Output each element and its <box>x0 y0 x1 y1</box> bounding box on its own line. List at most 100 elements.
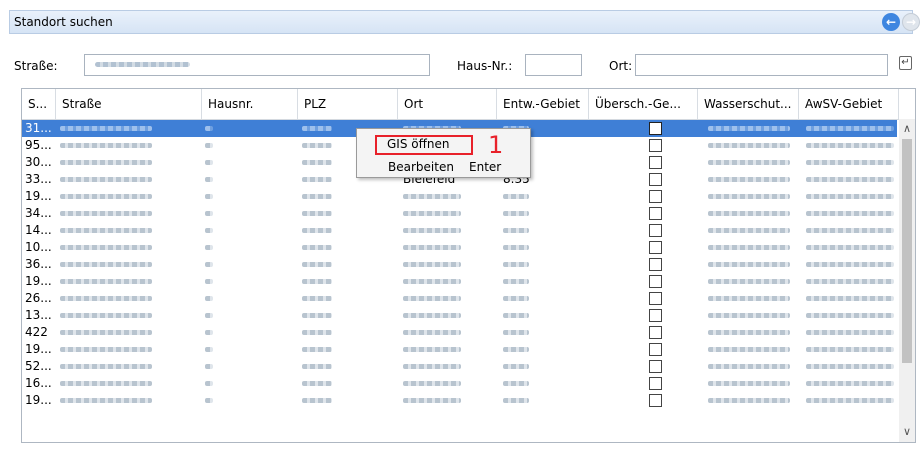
redacted-cell <box>503 279 529 284</box>
uebersch-gebiet-checkbox[interactable] <box>649 156 662 169</box>
redacted-cell <box>708 262 790 267</box>
redacted-cell <box>60 245 152 250</box>
uebersch-gebiet-checkbox[interactable] <box>649 275 662 288</box>
table-row[interactable]: 36... <box>22 256 897 273</box>
house-number-input[interactable] <box>525 54 582 76</box>
redacted-cell <box>205 364 213 369</box>
cell-s: 422 <box>25 325 48 339</box>
col-header-s[interactable]: S... <box>22 89 56 119</box>
redacted-cell <box>708 143 790 148</box>
vertical-scrollbar[interactable]: ∧ ∨ <box>899 119 915 442</box>
table-row[interactable]: 19... <box>22 392 897 409</box>
enter-key-icon[interactable]: ↵ <box>899 56 912 70</box>
redacted-cell <box>60 177 152 182</box>
col-header-strasse[interactable]: Straße <box>56 89 202 119</box>
redacted-cell <box>403 330 461 335</box>
uebersch-gebiet-checkbox[interactable] <box>649 139 662 152</box>
cell-s: 19... <box>25 274 52 288</box>
uebersch-gebiet-checkbox[interactable] <box>649 241 662 254</box>
redacted-cell <box>503 228 529 233</box>
table-row[interactable]: 19... <box>22 188 897 205</box>
table-row[interactable]: 13... <box>22 307 897 324</box>
col-header-wasserschutz[interactable]: Wasserschut... <box>698 89 799 119</box>
uebersch-gebiet-checkbox[interactable] <box>649 326 662 339</box>
table-row[interactable]: 14... <box>22 222 897 239</box>
cell-s: 26... <box>25 291 52 305</box>
uebersch-gebiet-checkbox[interactable] <box>649 360 662 373</box>
table-row[interactable]: 16... <box>22 375 897 392</box>
redacted-cell <box>503 381 529 386</box>
redacted-cell <box>60 347 152 352</box>
redacted-cell <box>60 262 152 267</box>
cell-s: 30... <box>25 155 52 169</box>
window-title: Standort suchen <box>14 15 113 29</box>
col-header-entw-gebiet[interactable]: Entw.-Gebiet <box>497 89 589 119</box>
uebersch-gebiet-checkbox[interactable] <box>649 377 662 390</box>
back-arrow-icon[interactable]: ← <box>882 13 900 31</box>
redacted-cell <box>60 330 152 335</box>
redacted-cell <box>708 279 790 284</box>
redacted-cell <box>302 381 332 386</box>
redacted-cell <box>403 279 461 284</box>
menu-item-bearbeiten[interactable]: Bearbeiten <box>388 160 454 174</box>
uebersch-gebiet-checkbox[interactable] <box>649 207 662 220</box>
col-header-plz[interactable]: PLZ <box>298 89 398 119</box>
scrollbar-thumb[interactable] <box>902 139 912 363</box>
uebersch-gebiet-checkbox[interactable] <box>649 122 662 135</box>
col-header-hausnr[interactable]: Hausnr. <box>202 89 298 119</box>
redacted-cell <box>708 194 790 199</box>
redacted-cell <box>302 279 332 284</box>
uebersch-gebiet-checkbox[interactable] <box>649 394 662 407</box>
redacted-cell <box>708 177 790 182</box>
redacted-cell <box>806 347 894 352</box>
context-menu: GIS öffnen Bearbeiten Enter <box>356 128 531 178</box>
col-header-ort[interactable]: Ort <box>398 89 497 119</box>
uebersch-gebiet-checkbox[interactable] <box>649 309 662 322</box>
uebersch-gebiet-checkbox[interactable] <box>649 292 662 305</box>
chevron-down-icon[interactable]: ∨ <box>899 424 915 440</box>
redacted-cell <box>503 262 529 267</box>
forward-arrow-icon[interactable]: → <box>902 13 920 31</box>
table-row[interactable]: 26... <box>22 290 897 307</box>
chevron-up-icon[interactable]: ∧ <box>899 121 915 137</box>
redacted-cell <box>806 177 894 182</box>
redacted-cell <box>60 126 152 131</box>
city-input[interactable] <box>635 54 888 76</box>
table-row[interactable]: 34... <box>22 205 897 222</box>
redacted-cell <box>708 126 790 131</box>
table-row[interactable]: 52... <box>22 358 897 375</box>
menu-item-bearbeiten-shortcut: Enter <box>469 160 502 174</box>
uebersch-gebiet-checkbox[interactable] <box>649 173 662 186</box>
redacted-cell <box>503 194 529 199</box>
redacted-cell <box>60 160 152 165</box>
table-row[interactable]: 19... <box>22 341 897 358</box>
redacted-cell <box>302 194 332 199</box>
redacted-cell <box>302 211 332 216</box>
redacted-cell <box>806 364 894 369</box>
redacted-cell <box>205 228 213 233</box>
redacted-cell <box>708 160 790 165</box>
redacted-cell <box>302 143 332 148</box>
cell-s: 13... <box>25 308 52 322</box>
redacted-cell <box>503 313 529 318</box>
uebersch-gebiet-checkbox[interactable] <box>649 224 662 237</box>
col-header-uebersch-gebiet[interactable]: Übersch.-Ge... <box>589 89 698 119</box>
street-input[interactable] <box>84 54 430 76</box>
table-row[interactable]: 422 <box>22 324 897 341</box>
uebersch-gebiet-checkbox[interactable] <box>649 343 662 356</box>
redacted-cell <box>302 364 332 369</box>
redacted-cell <box>205 177 213 182</box>
redacted-cell <box>806 211 894 216</box>
redacted-cell <box>708 245 790 250</box>
redacted-cell <box>60 398 152 403</box>
redacted-cell <box>302 313 332 318</box>
redacted-cell <box>60 296 152 301</box>
redacted-cell <box>205 279 213 284</box>
redacted-cell <box>708 228 790 233</box>
uebersch-gebiet-checkbox[interactable] <box>649 190 662 203</box>
uebersch-gebiet-checkbox[interactable] <box>649 258 662 271</box>
menu-item-gis-oeffnen[interactable]: GIS öffnen <box>387 137 449 151</box>
col-header-awsv-gebiet[interactable]: AwSV-Gebiet <box>799 89 899 119</box>
table-row[interactable]: 19... <box>22 273 897 290</box>
table-row[interactable]: 10... <box>22 239 897 256</box>
